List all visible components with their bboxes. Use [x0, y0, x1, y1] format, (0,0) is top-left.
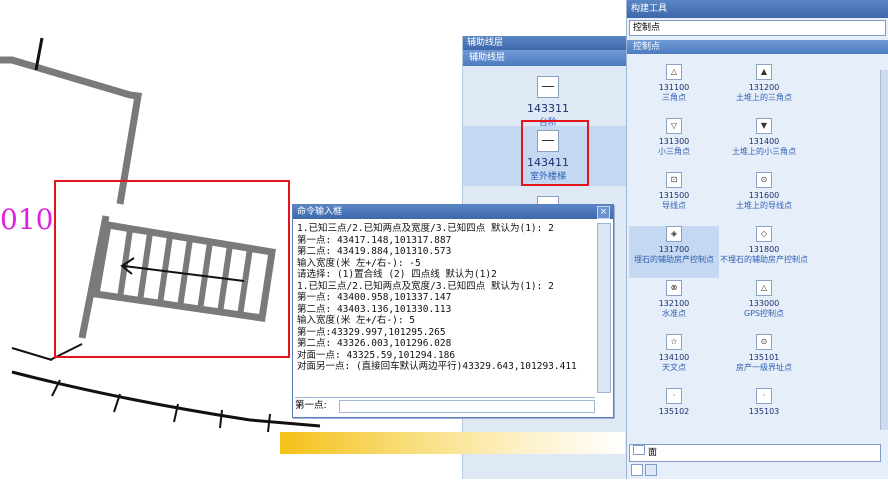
control-point-symbol-icon: ▽: [666, 118, 682, 134]
command-line: 对面一点: 43325.59,101294.186: [297, 349, 456, 361]
control-point-symbol-icon: ◇: [756, 226, 772, 242]
tool-item-135103[interactable]: · 135103: [719, 388, 809, 416]
step-symbol-icon: [537, 76, 559, 98]
tool-item-name: 导线点: [662, 201, 686, 210]
tool-item-131600[interactable]: ⊙ 131600 土堆上的导线点: [719, 172, 809, 211]
tool-item-name: 不埋石的辅助房产控制点: [720, 255, 808, 264]
command-prompt: 第一点:: [295, 397, 595, 413]
tool-item-131700[interactable]: ◈ 131700 埋石的辅助房产控制点: [629, 226, 719, 278]
control-point-symbol-icon: ·: [756, 388, 772, 404]
selection-box: [54, 180, 290, 358]
tool-item-133000[interactable]: △ 133000 GPS控制点: [719, 280, 809, 319]
tool-item-name: 水准点: [662, 309, 686, 318]
command-line: 第一点: 43417.148,101317.887: [297, 234, 452, 246]
tool-item-name: 土堆上的导线点: [736, 201, 792, 210]
tool-item-code: 134100: [658, 353, 690, 362]
tool-item-name: 埋石的辅助房产控制点: [634, 255, 714, 264]
tool-category-header: 控制点: [627, 40, 888, 54]
tool-item-name: 土堆上的三角点: [736, 93, 792, 102]
command-line: 第一点: 43400.958,101337.147: [297, 292, 452, 303]
selected-item-highlight: [521, 120, 589, 186]
aux-item-code: 143311: [527, 102, 569, 115]
grid-view-icon[interactable]: [645, 464, 657, 476]
command-line: 输入宽度(米 左+/右-): -5: [297, 257, 421, 269]
boundary-tick: [11, 347, 53, 361]
control-point-symbol-icon: △: [756, 280, 772, 296]
tool-item-code: 131500: [658, 191, 690, 200]
tool-item-131300[interactable]: ▽ 131300 小三角点: [629, 118, 719, 157]
control-point-symbol-icon: ·: [666, 388, 682, 404]
list-view-icon[interactable]: [631, 464, 643, 476]
aux-panel-titlebar[interactable]: 辅助线层: [463, 36, 641, 50]
layer-label: 面: [648, 448, 658, 458]
tool-item-code: 135101: [748, 353, 780, 362]
tool-panel-scrollbar[interactable]: [880, 70, 888, 430]
tool-item-131100[interactable]: △ 131100 三角点: [629, 64, 719, 103]
tool-search-input[interactable]: 控制点: [629, 20, 886, 36]
tool-item-code: 133000: [748, 299, 780, 308]
control-point-symbol-icon: ◈: [666, 226, 682, 242]
tool-item-name: GPS控制点: [743, 309, 785, 318]
annotation-label: 010: [0, 203, 54, 236]
tool-panel-titlebar[interactable]: 构建工具: [627, 0, 888, 18]
tool-item-code: 131400: [748, 137, 780, 146]
tool-item-code: 132100: [658, 299, 690, 308]
curved-boundary: [11, 370, 321, 428]
control-point-symbol-icon: ⊙: [756, 172, 772, 188]
command-history-scrollbar[interactable]: [597, 223, 611, 393]
control-point-symbol-icon: ⊗: [666, 280, 682, 296]
tool-item-135102[interactable]: · 135102: [629, 388, 719, 416]
tool-item-code: 135102: [658, 407, 690, 416]
command-dialog-titlebar[interactable]: 命令输入框: [293, 205, 613, 219]
control-point-symbol-icon: ▲: [756, 64, 772, 80]
command-line: 对面另一点: (直接回车默认两边平行)43329.643,101293.411: [297, 361, 577, 372]
prompt-label: 第一点:: [295, 400, 327, 411]
command-line: 请选择: (1)置合线 (2) 四点线 默认为(1)2: [297, 269, 497, 280]
close-icon[interactable]: ×: [597, 206, 610, 219]
control-point-symbol-icon: ⊙: [756, 334, 772, 350]
tool-item-name: 天文点: [662, 363, 686, 372]
command-input-dialog: 命令输入框 × 1.已知三点/2.已知两点及宽度/3.已知四点 默认为(1): …: [292, 204, 614, 418]
tool-item-name: 小三角点: [658, 147, 690, 156]
build-tool-panel: 构建工具 控制点 控制点 △ 131100 三角点 ▲ 131200 土堆上的三角点 ▽ 13…: [626, 0, 888, 479]
outdoor-stair: [91, 220, 276, 322]
tool-item-code: 131100: [658, 83, 690, 92]
tool-panel-title: 构建工具: [631, 4, 668, 14]
command-line: 1.已知三点/2.已知两点及宽度/3.已知四点 默认为(1): 2: [297, 280, 554, 292]
tool-item-code: 131700: [658, 245, 690, 254]
tool-item-131400[interactable]: ▼ 131400 土堆上的小三角点: [719, 118, 809, 157]
layer-select[interactable]: 面: [629, 444, 881, 462]
tool-item-code: 131200: [748, 83, 780, 92]
command-line: 第一点:43329.997,101295.265: [297, 326, 446, 338]
command-history: 1.已知三点/2.已知两点及宽度/3.已知四点 默认为(1): 2 第一点: 43…: [297, 223, 593, 373]
tool-item-code: 131800: [748, 245, 780, 254]
command-line: 第二点: 43403.136,101330.113: [297, 303, 452, 315]
control-point-symbol-icon: △: [666, 64, 682, 80]
layer-icon: [633, 445, 645, 455]
aux-panel-header: 辅助线层: [463, 50, 641, 66]
tool-item-name: 土堆上的小三角点: [732, 147, 796, 156]
tool-item-135101[interactable]: ⊙ 135101 房产一级界址点: [719, 334, 809, 373]
command-line: 第二点: 43419.884,101310.573: [297, 246, 452, 257]
decorative-gradient-bar: [280, 432, 625, 454]
command-line: 输入宽度(米 左+/右-): 5: [297, 315, 415, 326]
tool-item-134100[interactable]: ☆ 134100 天文点: [629, 334, 719, 373]
tool-item-code: 131600: [748, 191, 780, 200]
tool-item-131800[interactable]: ◇ 131800 不埋石的辅助房产控制点: [719, 226, 809, 265]
tool-item-132100[interactable]: ⊗ 132100 水准点: [629, 280, 719, 319]
control-point-symbol-icon: ⊡: [666, 172, 682, 188]
tool-item-code: 131300: [658, 137, 690, 146]
tool-item-name: 三角点: [662, 93, 686, 102]
control-point-symbol-icon: ☆: [666, 334, 682, 350]
tool-item-name: 房产一级界址点: [736, 363, 792, 372]
tool-item-code: 135103: [748, 407, 780, 416]
command-line: 1.已知三点/2.已知两点及宽度/3.已知四点 默认为(1): 2: [297, 223, 554, 234]
command-input[interactable]: [339, 400, 595, 413]
control-point-symbol-icon: ▼: [756, 118, 772, 134]
command-line: 第二点: 43326.003,101296.028: [297, 338, 452, 349]
building-outline: [0, 56, 143, 205]
tool-item-131500[interactable]: ⊡ 131500 导线点: [629, 172, 719, 211]
tool-item-131200[interactable]: ▲ 131200 土堆上的三角点: [719, 64, 809, 103]
